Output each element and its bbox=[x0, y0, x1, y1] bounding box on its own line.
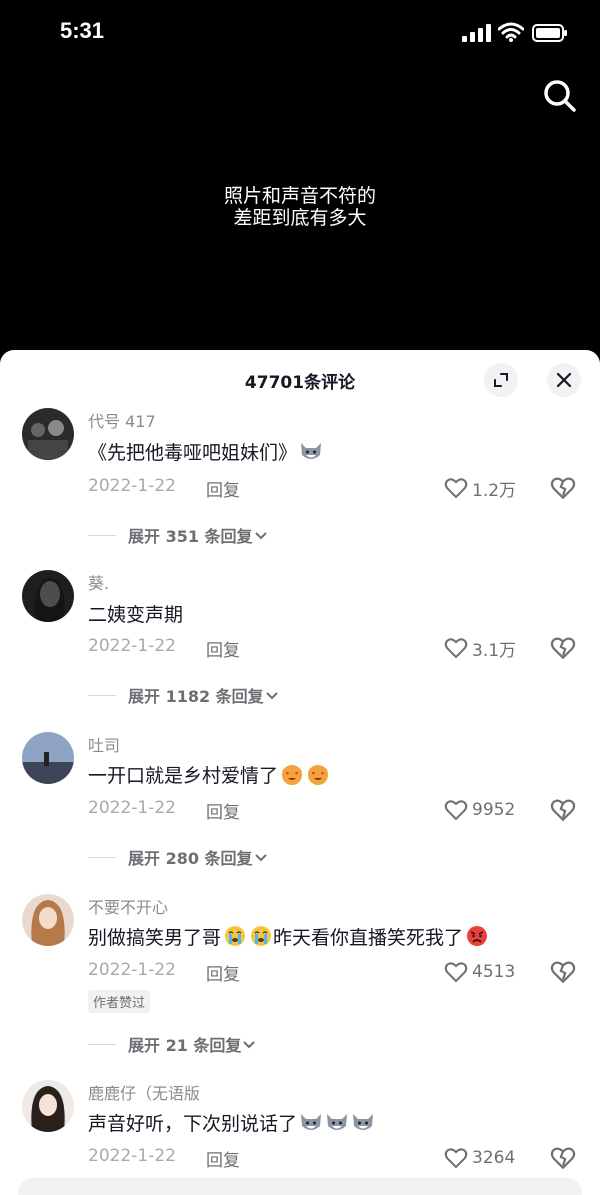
comment-username[interactable]: 葵. bbox=[88, 570, 109, 594]
wolf-emoji-icon bbox=[301, 443, 322, 459]
expand-icon bbox=[494, 373, 508, 387]
avatar[interactable] bbox=[22, 1080, 74, 1132]
divider bbox=[88, 1043, 116, 1045]
divider bbox=[88, 694, 116, 696]
heart-outline-icon bbox=[444, 962, 468, 983]
heart-outline-icon bbox=[444, 478, 468, 499]
expand-replies-button[interactable]: 展开 351 条回复 bbox=[88, 523, 269, 547]
crying-emoji-icon bbox=[251, 926, 272, 946]
comment-text-part-2: 昨天看你直播笑死我了 bbox=[273, 927, 464, 949]
reply-button[interactable]: 回复 bbox=[206, 1146, 240, 1171]
status-time: 5:31 bbox=[60, 18, 105, 43]
comment-input-bar[interactable] bbox=[18, 1178, 582, 1195]
comment-date: 2022-1-22 bbox=[88, 636, 176, 656]
heart-eyes-emoji-icon bbox=[282, 765, 303, 785]
comment-text: 一开口就是乡村爱情了 bbox=[88, 761, 330, 788]
expand-replies-button[interactable]: 展开 1182 条回复 bbox=[88, 683, 280, 707]
divider bbox=[88, 856, 116, 858]
comment-username[interactable]: 代号 417 bbox=[88, 408, 156, 432]
comment-date: 2022-1-22 bbox=[88, 960, 176, 980]
expand-replies-button[interactable]: 展开 21 条回复 bbox=[88, 1032, 257, 1056]
broken-heart-icon[interactable] bbox=[550, 475, 576, 501]
wifi-icon bbox=[498, 22, 524, 42]
cellular-signal-icon bbox=[462, 24, 491, 42]
expand-replies-button[interactable]: 展开 280 条回复 bbox=[88, 845, 269, 869]
chevron-down-icon bbox=[265, 692, 278, 700]
comment-username[interactable]: 不要不开心 bbox=[88, 894, 168, 918]
wolf-emoji-icon bbox=[353, 1114, 374, 1130]
search-icon bbox=[544, 80, 576, 112]
wolf-emoji-icon bbox=[327, 1114, 348, 1130]
reply-button[interactable]: 回复 bbox=[206, 476, 240, 501]
comments-sheet: 47701条评论 代号 417 《先把他毒哑吧姐妹们》 2022-1-22 回复… bbox=[0, 350, 600, 1195]
broken-heart-icon[interactable] bbox=[550, 635, 576, 661]
close-icon bbox=[556, 372, 572, 388]
like-button[interactable]: 9952 bbox=[444, 797, 515, 823]
comment-text: 二姨变声期 bbox=[88, 600, 183, 627]
video-caption-line-2: 差距到底有多大 bbox=[233, 207, 367, 229]
video-caption-line-1: 照片和声音不符的 bbox=[223, 185, 376, 207]
expand-replies-label: 展开 280 条回复 bbox=[128, 849, 253, 868]
like-button[interactable]: 3.1万 bbox=[444, 635, 516, 661]
reply-button[interactable]: 回复 bbox=[206, 960, 240, 985]
battery-icon bbox=[532, 24, 567, 42]
avatar[interactable] bbox=[22, 894, 74, 946]
comment-text-body: 声音好听，下次别说话了 bbox=[88, 1113, 298, 1135]
crying-emoji-icon bbox=[225, 926, 246, 946]
comment-text: 声音好听，下次别说话了 bbox=[88, 1109, 375, 1136]
like-button[interactable]: 3264 bbox=[444, 1145, 515, 1171]
heart-outline-icon bbox=[444, 800, 468, 821]
expand-replies-label: 展开 1182 条回复 bbox=[128, 687, 264, 706]
expand-replies-label: 展开 351 条回复 bbox=[128, 527, 253, 546]
like-button[interactable]: 1.2万 bbox=[444, 475, 516, 501]
like-button[interactable]: 4513 bbox=[444, 959, 515, 985]
comment-text-part-1: 别做搞笑男了哥 bbox=[88, 927, 222, 949]
comment-text: 《先把他毒哑吧姐妹们》 bbox=[88, 438, 323, 465]
reply-button[interactable]: 回复 bbox=[206, 636, 240, 661]
broken-heart-icon[interactable] bbox=[550, 797, 576, 823]
broken-heart-icon[interactable] bbox=[550, 1145, 576, 1171]
broken-heart-icon[interactable] bbox=[550, 959, 576, 985]
comment-text: 别做搞笑男了哥 昨天看你直播笑死我了 bbox=[88, 923, 489, 950]
like-count: 3264 bbox=[472, 1148, 516, 1168]
like-count: 9952 bbox=[472, 800, 516, 820]
angry-face-icon bbox=[467, 926, 488, 946]
divider bbox=[88, 534, 116, 536]
reply-button[interactable]: 回复 bbox=[206, 798, 240, 823]
comment-text-body: 《先把他毒哑吧姐妹们》 bbox=[88, 442, 298, 464]
search-button[interactable] bbox=[540, 76, 580, 116]
chevron-down-icon bbox=[254, 854, 267, 862]
avatar[interactable] bbox=[22, 732, 74, 784]
author-liked-badge: 作者赞过 bbox=[88, 990, 151, 1013]
video-caption: 照片和声音不符的 差距到底有多大 bbox=[0, 185, 600, 229]
avatar[interactable] bbox=[22, 570, 74, 622]
heart-outline-icon bbox=[444, 1148, 468, 1169]
status-bar: 5:31 bbox=[0, 0, 600, 66]
comment-date: 2022-1-22 bbox=[88, 1146, 176, 1166]
chevron-down-icon bbox=[243, 1041, 256, 1049]
comment-text-body: 二姨变声期 bbox=[88, 604, 184, 626]
like-count: 3.1万 bbox=[472, 640, 517, 661]
heart-outline-icon bbox=[444, 638, 468, 659]
wolf-emoji-icon bbox=[301, 1114, 322, 1130]
comment-date: 2022-1-22 bbox=[88, 476, 176, 496]
like-count: 4513 bbox=[472, 962, 516, 982]
comment-date: 2022-1-22 bbox=[88, 798, 176, 818]
expand-sheet-button[interactable] bbox=[484, 363, 518, 397]
like-count: 1.2万 bbox=[472, 480, 517, 501]
chevron-down-icon bbox=[254, 532, 267, 540]
comment-username[interactable]: 鹿鹿仔（无语版 bbox=[88, 1080, 200, 1104]
comment-text-body: 一开口就是乡村爱情了 bbox=[88, 765, 279, 787]
avatar[interactable] bbox=[22, 408, 74, 460]
heart-eyes-emoji-icon bbox=[308, 765, 329, 785]
close-sheet-button[interactable] bbox=[547, 363, 581, 397]
comment-username[interactable]: 吐司 bbox=[88, 732, 120, 756]
expand-replies-label: 展开 21 条回复 bbox=[128, 1036, 242, 1055]
